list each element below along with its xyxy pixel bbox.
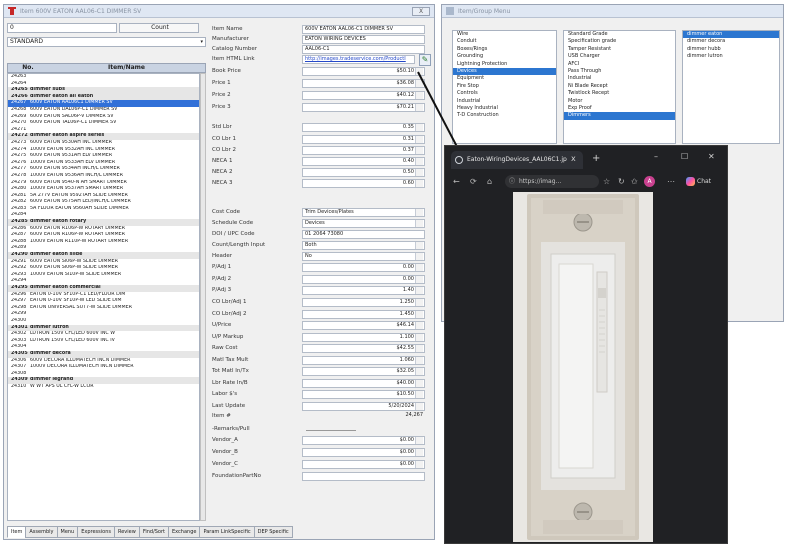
globe-icon [455, 156, 463, 164]
back-icon[interactable]: ← [453, 175, 460, 188]
address-text: https://imag... [519, 178, 562, 185]
browser-tab-title: Eaton-WiringDevices_AAL06C1.jp [467, 156, 567, 163]
minimize-button[interactable]: – [654, 152, 658, 161]
more-icon[interactable]: ⋯ [667, 175, 675, 188]
new-tab-button[interactable]: + [592, 153, 600, 164]
lock-icon: ⓘ [509, 178, 516, 185]
window-close-button[interactable]: ✕ [708, 152, 715, 161]
maximize-button[interactable]: ☐ [681, 152, 688, 161]
browser-tab[interactable]: Eaton-WiringDevices_AAL06C1.jp [451, 151, 583, 169]
chat-label: Chat [697, 178, 712, 185]
home-icon[interactable]: ⌂ [487, 175, 492, 188]
tab-close-button[interactable]: x [571, 154, 576, 163]
address-bar[interactable]: ⓘ https://imag... [505, 175, 599, 188]
profile-avatar[interactable]: A [644, 176, 655, 187]
refresh-icon[interactable]: ⟳ [470, 175, 477, 188]
copilot-chat-button[interactable]: Chat [686, 175, 711, 188]
copilot-icon [686, 177, 695, 186]
dimmer-illustration [513, 192, 653, 542]
image-browser-window: Eaton-WiringDevices_AAL06C1.jp x + – ☐ ✕… [444, 145, 728, 544]
star-icon[interactable]: ☆ [603, 175, 610, 188]
favorites-icon[interactable]: ✩ [631, 175, 638, 188]
dimmer-product-image [513, 192, 653, 542]
refresh-page-icon[interactable]: ↻ [618, 175, 625, 188]
